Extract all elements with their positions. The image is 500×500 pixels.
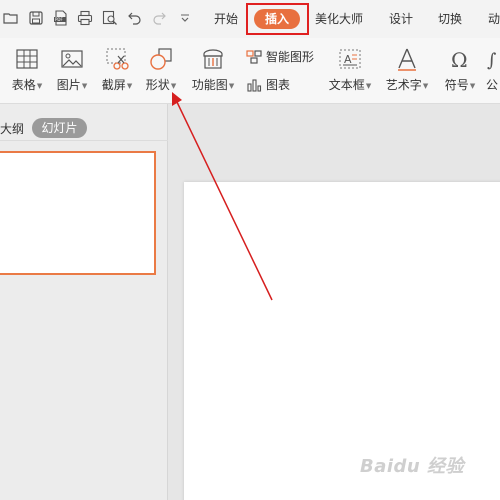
panel-tabs: 大纲 幻灯片 [0,118,168,142]
chart-label: 图表 [266,78,291,92]
tab-outline[interactable]: 大纲 [0,120,24,137]
chart-button[interactable]: 图表 [246,76,290,93]
scissors-icon [104,46,130,72]
picture-label: 图片 [56,78,81,92]
print-icon[interactable] [76,9,94,27]
panel-divider [0,140,168,141]
tab-slides[interactable]: 幻灯片 [32,118,87,138]
tab-design[interactable]: 设计 [389,9,413,29]
shape-icon [148,46,174,72]
svg-text:Ω: Ω [451,48,468,72]
insert-ribbon: 表格▼ 图片▼ 截屏▼ 形状▼ 功能图▼ 智能图形 图表 A 文本框▼ 艺术字▼… [0,38,500,104]
textbox-icon: A [337,46,363,72]
smart-graphic-label: 智能图形 [266,50,315,64]
slide-thumbnail[interactable] [0,151,156,275]
svg-text:∫: ∫ [487,50,497,71]
wordart-button[interactable]: 艺术字▼ [382,38,432,102]
save-icon[interactable] [27,9,45,27]
slides-panel: 大纲 幻灯片 [0,104,168,500]
screenshot-button[interactable]: 截屏▼ [96,38,138,102]
textbox-button[interactable]: A 文本框▼ [324,38,376,102]
tab-insert[interactable]: 插入 [254,9,300,29]
print-preview-icon[interactable] [101,9,119,27]
slide-edit-area [169,104,500,500]
shape-button[interactable]: 形状▼ [140,38,182,102]
export-pdf-icon[interactable]: PDF [52,9,70,27]
formula-label: 公 [486,78,499,92]
formula-icon: ∫ [485,46,500,72]
tab-beautify[interactable]: 美化大师 [315,9,363,29]
formula-button[interactable]: ∫ 公 [484,38,500,102]
svg-text:PDF: PDF [55,17,63,22]
shape-label: 形状 [145,78,170,92]
smart-graphic-icon [246,49,262,64]
picture-icon [59,46,85,72]
undo-icon[interactable] [126,9,144,27]
omega-icon: Ω [447,46,473,72]
open-folder-icon[interactable] [2,9,20,27]
table-button[interactable]: 表格▼ [6,38,48,102]
watermark: Baidu 经验 [360,456,465,477]
symbol-button[interactable]: Ω 符号▼ [440,38,480,102]
svg-text:A: A [344,53,352,66]
table-label: 表格 [11,78,36,92]
wordart-icon [394,46,420,72]
symbol-label: 符号 [444,78,469,92]
function-chart-label: 功能图 [191,78,228,92]
function-chart-button[interactable]: 功能图▼ [188,38,238,102]
bar-chart-icon [247,78,262,92]
function-chart-icon [200,46,226,72]
textbox-label: 文本框 [328,78,365,92]
redo-icon[interactable] [150,9,168,27]
picture-button[interactable]: 图片▼ [52,38,92,102]
customize-chevron-icon[interactable] [176,9,194,27]
table-icon [14,46,40,72]
smart-graphic-button[interactable]: 智能图形 [246,48,314,65]
tab-animation[interactable]: 动 [488,9,500,29]
title-menu-bar: PDF 开始 插入 美化大师 设计 切换 动 [0,0,500,38]
screenshot-label: 截屏 [101,78,126,92]
app-window: PDF 开始 插入 美化大师 设计 切换 动 表格▼ 图片▼ 截屏▼ 形状▼ 功… [0,0,500,500]
tab-transition[interactable]: 切换 [438,9,462,29]
wordart-label: 艺术字 [385,78,422,92]
tab-start[interactable]: 开始 [214,9,238,29]
